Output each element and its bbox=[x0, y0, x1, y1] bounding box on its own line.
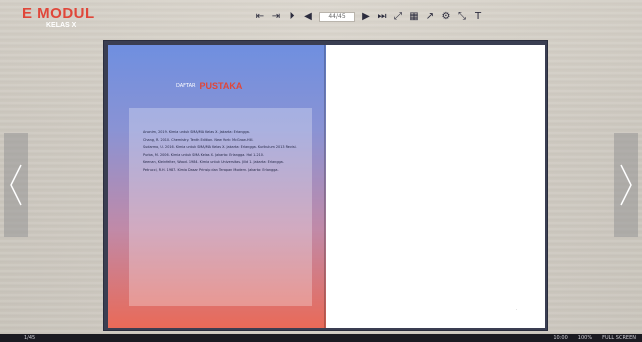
status-bar: 1/45 10:00 100% FULL SCREEN bbox=[0, 334, 642, 342]
text-icon[interactable]: T bbox=[473, 11, 483, 23]
forward-icon[interactable]: ▶ bbox=[361, 11, 371, 23]
app-logo: E MODUL KELAS X bbox=[22, 6, 95, 29]
thumbnails-icon[interactable]: ▦ bbox=[409, 11, 419, 23]
references-box: Anonim, 2019. Kimia untuk SMA/MA Kelas X… bbox=[129, 108, 312, 306]
status-time: 10:00 bbox=[553, 335, 568, 341]
status-fullscreen[interactable]: FULL SCREEN bbox=[602, 334, 636, 342]
reference-item: Sudarmo, U. 2016. Kimia untuk SMA/MA Kel… bbox=[143, 145, 297, 149]
page-corner-mark: · bbox=[515, 307, 517, 312]
share-icon[interactable]: ↗ bbox=[425, 11, 435, 23]
logo-subtitle: KELAS X bbox=[46, 22, 77, 29]
first-page-icon[interactable]: ⇤ bbox=[255, 11, 265, 23]
page-title: DAFTAR PUSTAKA bbox=[176, 81, 242, 91]
reference-item: Purba, M. 2006. Kimia untuk SMA Kelas X.… bbox=[143, 152, 265, 157]
next-icon[interactable]: ⏭ bbox=[377, 11, 387, 23]
chevron-right-icon bbox=[620, 164, 632, 206]
toolbar: ⇤ ⇥ ⏵ ◀ 44/45 ▶ ⏭ ⤢ ▦ ↗ ⚙ ⤡ T bbox=[255, 10, 483, 24]
right-page[interactable]: · bbox=[326, 45, 545, 328]
settings-icon[interactable]: ⚙ bbox=[441, 11, 451, 23]
back-icon[interactable]: ◀ bbox=[303, 11, 313, 23]
fullscreen-icon[interactable]: ⤡ bbox=[457, 11, 467, 23]
page-number-input[interactable]: 44/45 bbox=[319, 12, 355, 22]
previous-page-button[interactable] bbox=[4, 133, 28, 237]
next-page-button[interactable] bbox=[614, 133, 638, 237]
prev-page-icon[interactable]: ⇥ bbox=[271, 11, 281, 23]
title-text: PUSTAKA bbox=[199, 81, 243, 91]
title-prefix: DAFTAR bbox=[176, 83, 196, 89]
top-bar: E MODUL KELAS X ⇤ ⇥ ⏵ ◀ 44/45 ▶ ⏭ ⤢ ▦ ↗ … bbox=[0, 0, 642, 34]
left-page[interactable]: DAFTAR PUSTAKA Anonim, 2019. Kimia untuk… bbox=[108, 45, 326, 328]
reference-item: Anonim, 2019. Kimia untuk SMA/MA Kelas X… bbox=[143, 130, 250, 134]
reference-item: Petrucci, R.H. 1987. Kimia Dasar Prinsip… bbox=[143, 167, 279, 172]
chevron-left-icon bbox=[10, 164, 22, 206]
status-zoom[interactable]: 100% bbox=[578, 334, 592, 342]
zoom-icon[interactable]: ⤢ bbox=[393, 11, 403, 23]
reference-item: Chang, R. 2010. Chemistry. Tenth Edition… bbox=[143, 137, 254, 142]
flipbook: DAFTAR PUSTAKA Anonim, 2019. Kimia untuk… bbox=[103, 40, 548, 331]
reference-item: Keenan, Kleinfelter, Wood. 1984. Kimia u… bbox=[143, 160, 284, 164]
play-icon[interactable]: ⏵ bbox=[287, 11, 297, 23]
status-right: 10:00 100% FULL SCREEN bbox=[553, 334, 636, 342]
page-indicator: 1/45 bbox=[24, 335, 36, 341]
